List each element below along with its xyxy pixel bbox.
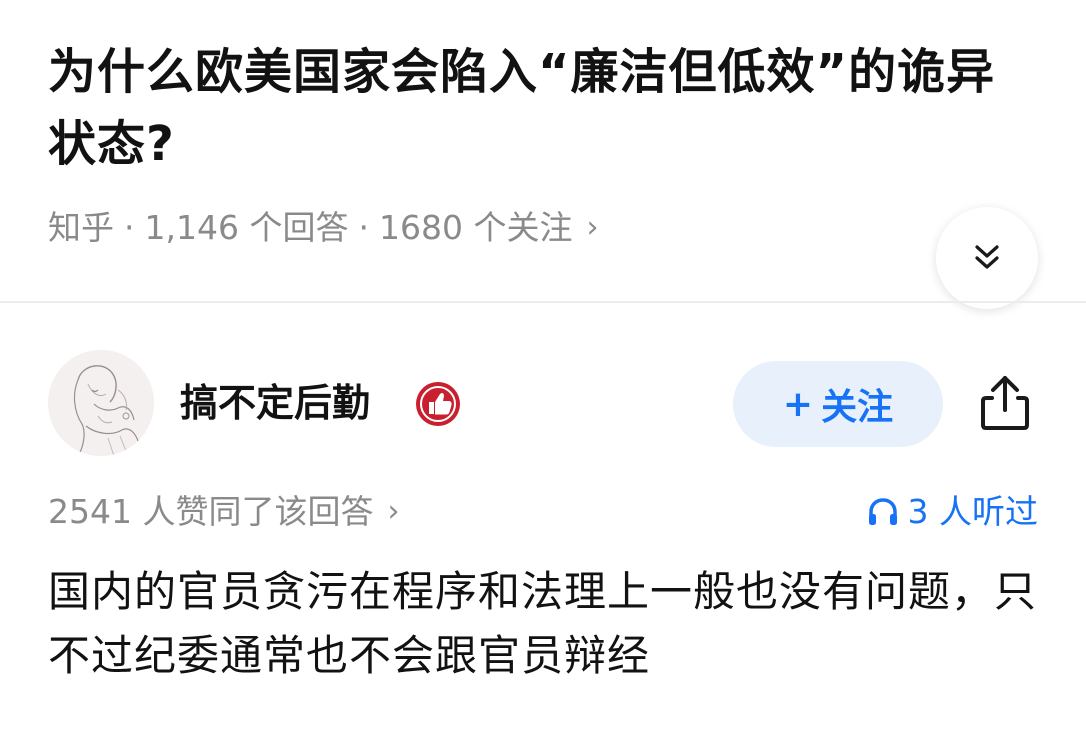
collapse-button[interactable]	[936, 207, 1038, 309]
follow-label: 关注	[821, 387, 894, 428]
upvote-count-text: 2541 人赞同了该回答	[48, 492, 374, 531]
plus-icon: +	[782, 383, 814, 425]
chevron-right-icon: ›	[387, 494, 400, 529]
avatar-sketch-image	[48, 350, 154, 456]
share-icon	[981, 376, 1029, 430]
question-title[interactable]: 为什么欧美国家会陷入“廉洁但低效”的诡异状态?	[48, 36, 1038, 180]
answers-count: 1,146 个回答	[144, 208, 349, 247]
follow-button[interactable]: + 关注	[733, 361, 943, 447]
listen-count-text: 3 人听过	[907, 492, 1039, 531]
author-name[interactable]: 搞不定后勤	[180, 376, 370, 430]
section-divider	[0, 301, 1086, 303]
question-header: 为什么欧美国家会陷入“廉洁但低效”的诡异状态? 知乎 · 1,146 个回答 ·…	[0, 0, 1086, 309]
headphones-icon	[868, 498, 897, 525]
avatar[interactable]	[48, 350, 154, 456]
source-label: 知乎	[48, 208, 114, 247]
meta-separator: ·	[358, 208, 369, 247]
answer-excerpt[interactable]: 国内的官员贪污在程序和法理上一般也没有问题，只不过纪委通常也不会跟官员辩经	[48, 560, 1043, 688]
followers-count: 1680 个关注	[378, 208, 573, 247]
listen-info[interactable]: 3 人听过	[866, 488, 1039, 536]
chevron-right-icon: ›	[586, 210, 599, 245]
thumbs-up-badge-icon	[414, 380, 462, 428]
question-meta[interactable]: 知乎 · 1,146 个回答 · 1680 个关注 ›	[48, 204, 598, 252]
meta-separator: ·	[124, 208, 135, 247]
upvote-info[interactable]: 2541 人赞同了该回答 ›	[48, 488, 399, 536]
share-button[interactable]	[972, 370, 1038, 436]
double-chevron-down-icon	[975, 245, 999, 269]
